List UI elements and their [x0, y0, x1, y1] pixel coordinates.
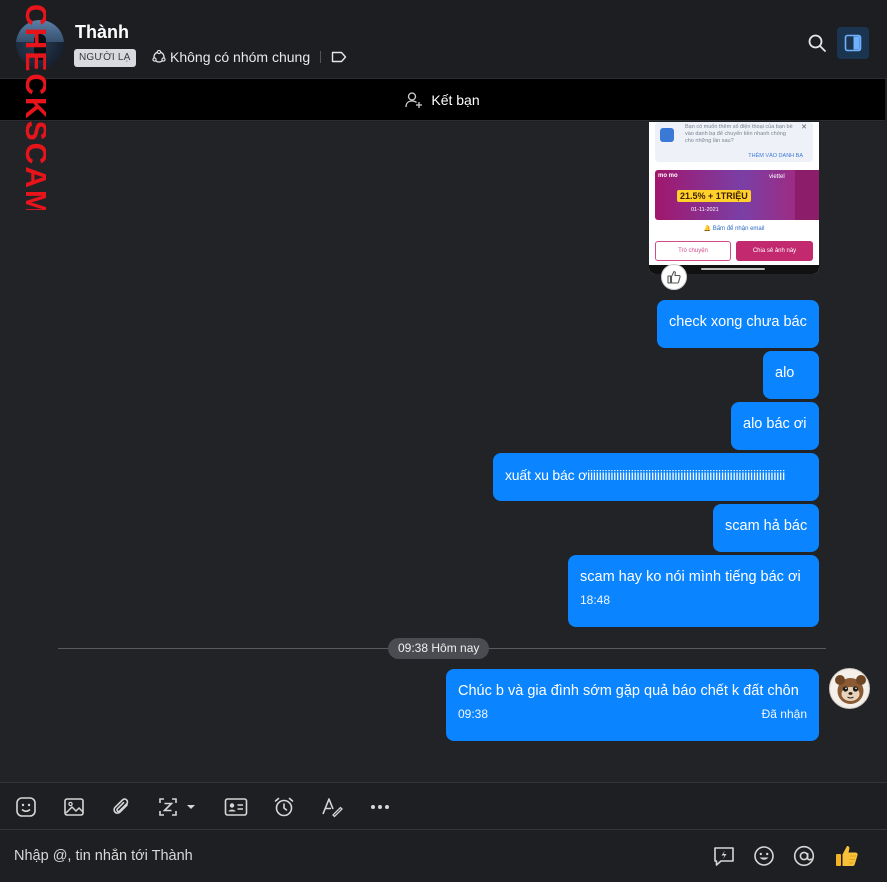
- message-time: 09:38: [458, 707, 489, 721]
- alarm-clock-icon: [274, 797, 294, 817]
- search-icon: [808, 34, 826, 52]
- sidebar-panel-icon: [844, 34, 862, 52]
- email-hint-text: Bấm để nhận email: [712, 226, 765, 232]
- attach-file-button[interactable]: [108, 793, 136, 821]
- phone-icon: [660, 128, 674, 142]
- react-like-button[interactable]: [661, 264, 687, 290]
- emoji-icon: [754, 846, 774, 866]
- message-text: Chúc b và gia đình sớm gặp quả báo chết …: [458, 683, 799, 699]
- tag-icon[interactable]: [331, 51, 347, 63]
- mention-button[interactable]: [791, 843, 817, 869]
- message-bubble[interactable]: check xong chưa bác: [657, 300, 819, 348]
- screenshot-share-button: Chia sẻ ảnh này: [736, 241, 813, 261]
- composer-toolbar: [0, 782, 887, 830]
- text-format-icon: [322, 798, 343, 818]
- message-bubble[interactable]: alo bác ơi: [731, 402, 819, 450]
- message-bubble[interactable]: xuất xu bác ơiiiiiiiiiiiiiiiiiiiiiiiiiii…: [493, 453, 819, 501]
- notice-link: THÊM VÀO DANH BẠ: [748, 153, 803, 159]
- promo-banner: mo mo viettel 21.5% + 1TRIỆU 01-11-2021: [655, 170, 813, 220]
- message-text: check xong chưa bác: [669, 314, 807, 330]
- contact-card-icon: [224, 798, 248, 816]
- svg-text:CHECKSCAM.INFO: CHECKSCAM.INFO: [19, 4, 46, 210]
- promo-date: 01-11-2021: [691, 207, 719, 213]
- message-bubble[interactable]: alo: [763, 351, 819, 399]
- message-bubble[interactable]: Chúc b và gia đình sớm gặp quả báo chết …: [446, 669, 819, 741]
- add-friend-label: Kết bạn: [431, 91, 480, 108]
- notice-text: Bạn có muốn thêm số điện thoại của bạn b…: [685, 124, 793, 144]
- message-text: xuất xu bác ơiiiiiiiiiiiiiiiiiiiiiiiiiii…: [505, 467, 785, 483]
- message-meta: 09:38 Đã nhận: [458, 707, 807, 721]
- emoji-button[interactable]: [751, 843, 777, 869]
- email-hint: 🔔 Bấm để nhận email: [703, 226, 765, 232]
- composer: [0, 830, 887, 882]
- message-text: alo: [775, 365, 795, 381]
- at-sign-icon: [793, 845, 815, 867]
- brand-right: viettel: [769, 174, 785, 180]
- quick-message-icon: [714, 847, 734, 866]
- message-input[interactable]: [0, 830, 690, 882]
- paperclip-icon: [113, 798, 129, 814]
- text-format-button[interactable]: [318, 793, 346, 821]
- home-indicator: [701, 268, 765, 270]
- more-icon: [371, 805, 389, 809]
- thumbs-up-icon: [667, 270, 681, 284]
- image-message[interactable]: Bạn có muốn thêm số điện thoại của bạn b…: [649, 122, 819, 274]
- reminder-button[interactable]: [270, 793, 298, 821]
- thumbs-up-icon: [836, 846, 858, 866]
- image-button[interactable]: [60, 793, 88, 821]
- screenshot-notice: Bạn có muốn thêm số điện thoại của bạn b…: [655, 122, 813, 162]
- message-meta: 18:48: [580, 593, 807, 607]
- common-groups-label: Không có nhóm chung: [170, 49, 311, 65]
- message-bubble[interactable]: scam hả bác: [713, 504, 819, 552]
- send-like-button[interactable]: [833, 842, 861, 870]
- message-bubble[interactable]: scam hay ko nói mình tiếng bác ơi 18:48: [568, 555, 819, 627]
- search-button[interactable]: [801, 27, 833, 59]
- screen-capture-icon: [159, 798, 195, 816]
- add-friend-button[interactable]: Kết bạn: [0, 79, 885, 121]
- add-friend-icon: [405, 91, 423, 108]
- date-divider: 09:38 Hôm nay: [388, 638, 490, 659]
- sticker-icon: [16, 797, 36, 817]
- image-icon: [64, 798, 84, 816]
- raccoon-avatar-icon: [835, 675, 866, 704]
- contact-name[interactable]: Thành: [75, 22, 129, 43]
- sticker-button[interactable]: [12, 793, 40, 821]
- stranger-badge: NGƯỜI LẠ: [74, 49, 136, 67]
- brand-left: mo mo: [658, 173, 678, 179]
- contact-card-button[interactable]: [222, 793, 250, 821]
- common-groups[interactable]: Không có nhóm chung: [152, 49, 347, 65]
- more-options-button[interactable]: [366, 793, 394, 821]
- watermark-logo: CHECKSCAM.INFO: [19, 4, 46, 210]
- screenshot-chat-button: Trò chuyện: [655, 241, 731, 261]
- group-icon: [152, 50, 166, 63]
- chat-header: Thành NGƯỜI LẠ Không có nhóm chung: [0, 0, 887, 79]
- close-icon: ✕: [801, 124, 807, 131]
- header-separator: [320, 51, 322, 63]
- quick-message-button[interactable]: [711, 843, 737, 869]
- screenshot-button[interactable]: [156, 793, 202, 821]
- message-list[interactable]: Bạn có muốn thêm số điện thoại của bạn b…: [0, 122, 887, 782]
- toggle-panel-button[interactable]: [837, 27, 869, 59]
- message-text: scam hả bác: [725, 518, 808, 534]
- watermark-text: CHECKSCAM.INFO: [19, 4, 46, 210]
- promo-text: 21.5% + 1TRIỆU: [677, 190, 751, 202]
- self-avatar[interactable]: [829, 668, 870, 709]
- message-time: 18:48: [580, 593, 611, 607]
- message-status: Đã nhận: [761, 707, 807, 721]
- message-text: scam hay ko nói mình tiếng bác ơi: [580, 569, 801, 585]
- message-text: alo bác ơi: [743, 416, 807, 432]
- promo-banner-next: [795, 170, 819, 220]
